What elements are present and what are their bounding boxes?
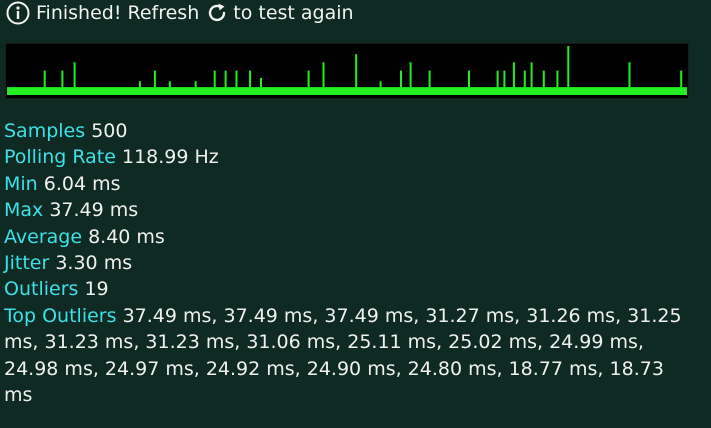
stat-label-polling-rate: Polling Rate <box>4 146 116 169</box>
stat-value-min: 6.04 ms <box>43 172 121 195</box>
graph-spike-29 <box>680 70 683 95</box>
stat-label-jitter: Jitter <box>4 252 50 275</box>
status-text-after: to test again <box>233 2 354 24</box>
stat-outliers: Outliers 19 <box>4 276 684 302</box>
info-circle-icon <box>6 1 30 25</box>
graph-spike-14 <box>355 54 358 95</box>
graph-spike-18 <box>428 70 431 95</box>
graph-spike-11 <box>260 78 262 95</box>
graph-spike-22 <box>512 62 515 95</box>
stat-value-outliers: 19 <box>84 278 109 301</box>
stat-value-average: 8.40 ms <box>88 225 165 248</box>
graph-spike-19 <box>468 70 470 95</box>
graph-spike-3 <box>138 81 141 95</box>
graph-spike-8 <box>224 70 227 95</box>
stat-value-polling-rate: 118.99 Hz <box>122 146 219 169</box>
stat-top-outliers: Top Outliers 37.49 ms, 37.49 ms, 37.49 m… <box>4 303 684 409</box>
stat-value-samples: 500 <box>91 120 128 142</box>
stat-label-max: Max <box>4 199 44 222</box>
stat-max: Max 37.49 ms <box>4 197 684 223</box>
stat-label-average: Average <box>4 225 83 248</box>
refresh-icon[interactable] <box>205 1 229 25</box>
polling-graph-svg <box>7 46 687 95</box>
graph-spike-4 <box>153 70 156 95</box>
graph-spike-28 <box>628 62 631 95</box>
graph-spike-12 <box>307 70 310 95</box>
status-text-before: Finished! Refresh <box>36 2 200 24</box>
graph-spike-21 <box>503 70 506 95</box>
stat-value-max: 37.49 ms <box>49 199 139 222</box>
graph-spike-6 <box>194 81 197 95</box>
graph-spike-1 <box>61 70 64 95</box>
stats-panel: Samples 500 Polling Rate 118.99 Hz Min 6… <box>4 118 684 408</box>
stat-label-min: Min <box>4 172 38 195</box>
polling-graph <box>5 43 689 99</box>
stat-samples: Samples 500 <box>4 118 684 144</box>
graph-spike-17 <box>409 62 412 95</box>
graph-spike-10 <box>249 70 252 95</box>
graph-spike-7 <box>213 70 216 95</box>
stat-label-samples: Samples <box>4 120 86 142</box>
stat-average: Average 8.40 ms <box>4 224 684 250</box>
graph-baseline-band <box>7 87 687 95</box>
status-line: Finished! Refresh to test again <box>6 0 354 26</box>
graph-spike-2 <box>73 62 76 95</box>
stat-label-top-outliers: Top Outliers <box>4 304 117 327</box>
stat-jitter: Jitter 3.30 ms <box>4 250 684 276</box>
graph-spike-25 <box>542 70 545 95</box>
graph-spike-15 <box>379 81 382 95</box>
graph-spike-26 <box>556 70 559 95</box>
stat-value-jitter: 3.30 ms <box>55 252 133 275</box>
graph-spike-0 <box>43 70 46 95</box>
graph-spike-16 <box>400 70 402 95</box>
graph-spike-13 <box>322 62 325 95</box>
graph-spike-5 <box>168 81 171 95</box>
graph-spike-23 <box>523 70 526 95</box>
graph-spike-24 <box>530 62 533 95</box>
graph-spike-20 <box>496 70 499 95</box>
stat-label-outliers: Outliers <box>4 278 79 301</box>
stat-min: Min 6.04 ms <box>4 171 684 197</box>
stat-polling-rate: Polling Rate 118.99 Hz <box>4 144 684 170</box>
graph-spike-27 <box>567 46 570 95</box>
graph-spike-9 <box>235 70 238 95</box>
